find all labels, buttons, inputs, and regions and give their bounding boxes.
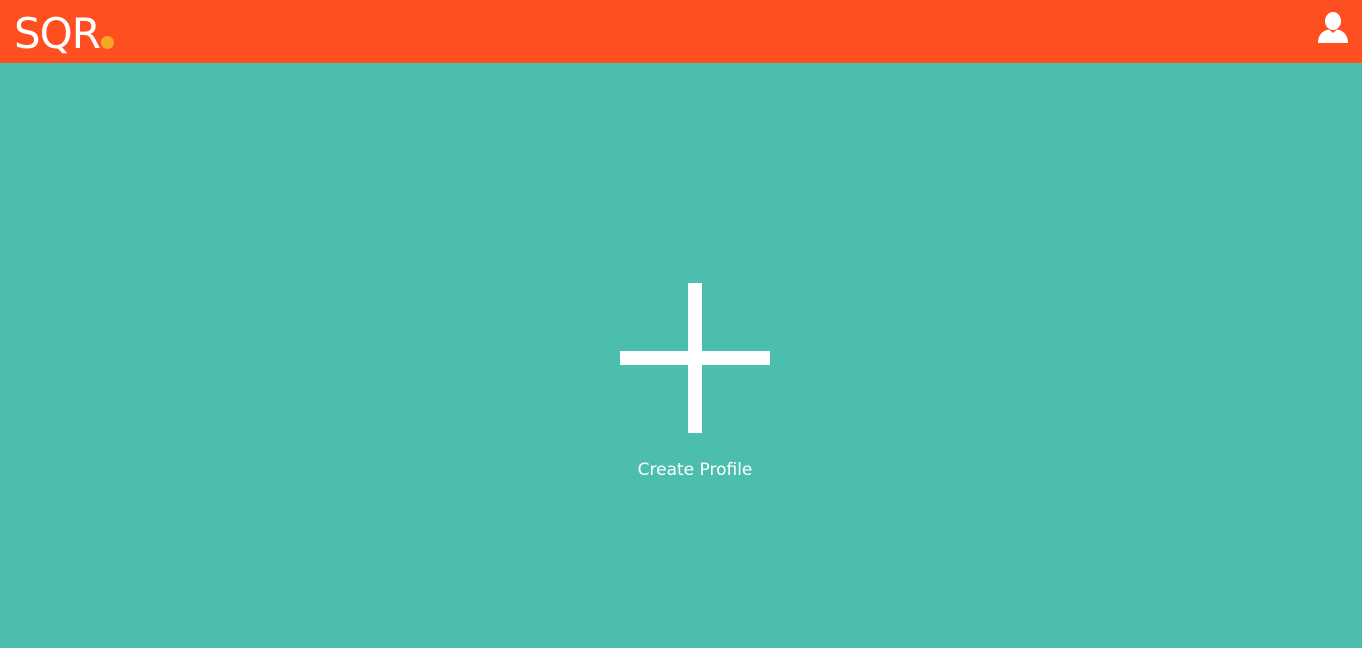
user-account-button[interactable] bbox=[1316, 11, 1350, 45]
plus-icon bbox=[620, 283, 770, 433]
create-profile-label: Create Profile bbox=[637, 460, 753, 480]
logo-link[interactable]: SQR bbox=[14, 7, 114, 55]
main-content: Create Profile bbox=[0, 63, 1362, 648]
top-bar: SQR bbox=[0, 0, 1362, 63]
logo-text: SQR bbox=[14, 9, 101, 58]
plus-icon-horizontal-bar bbox=[620, 351, 770, 365]
create-profile-button[interactable]: Create Profile bbox=[600, 273, 790, 493]
app-root: SQR Create Profile bbox=[0, 0, 1362, 648]
logo-dot bbox=[100, 36, 114, 49]
user-icon bbox=[1316, 11, 1350, 45]
